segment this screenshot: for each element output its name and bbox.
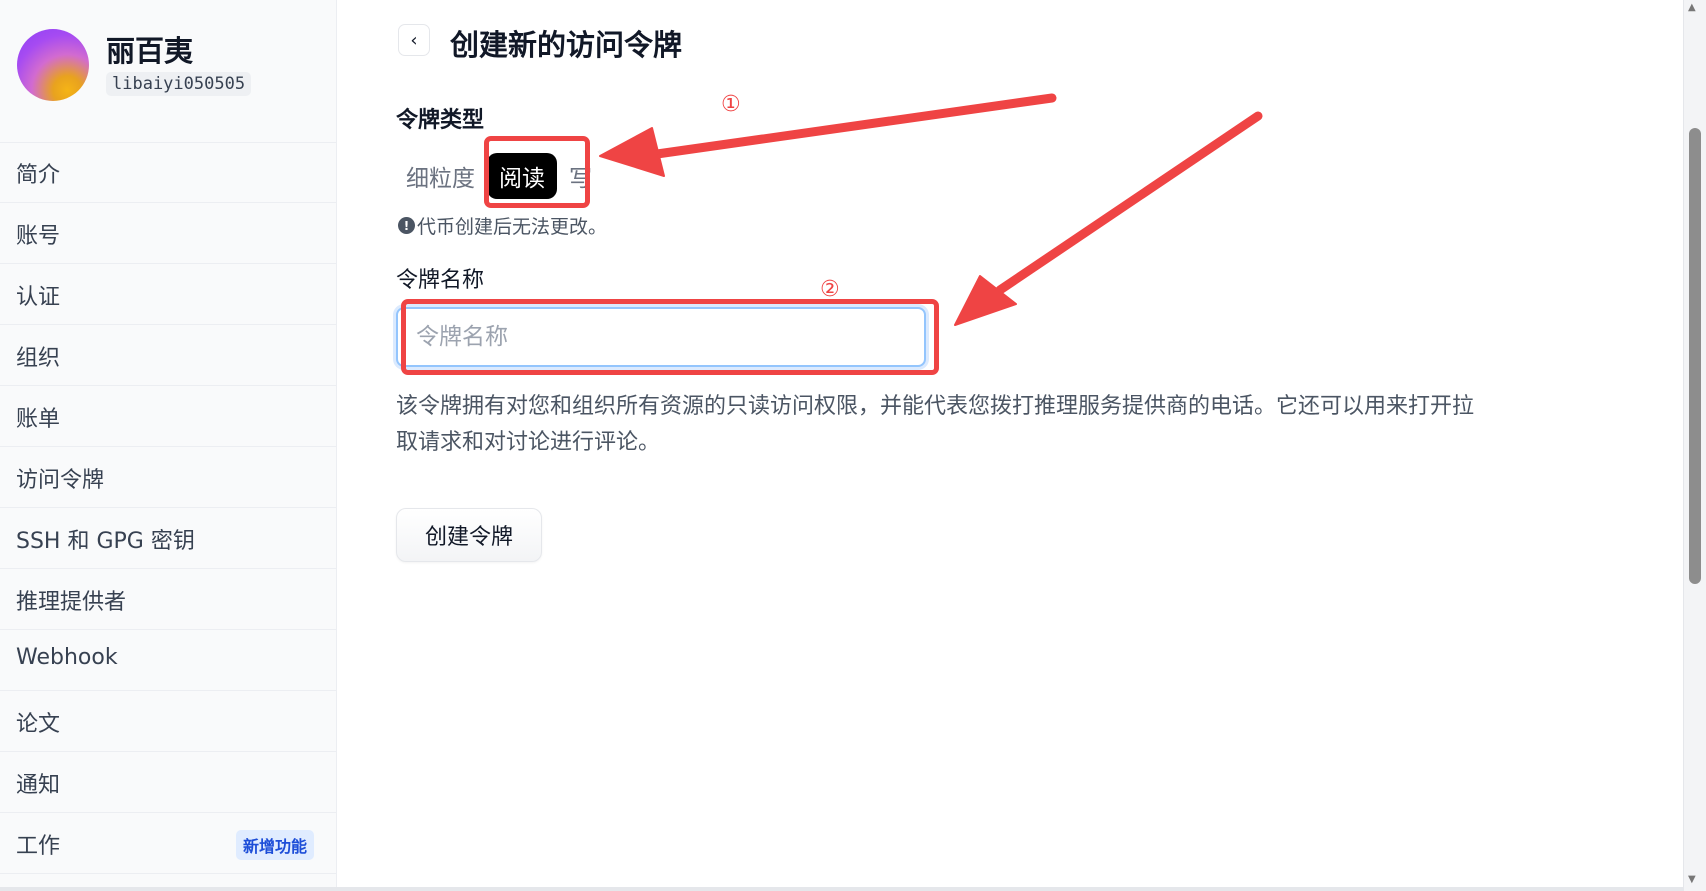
sidebar-item-label: 简介 bbox=[16, 163, 61, 188]
sidebar-item-label: SSH 和 GPG 密钥 bbox=[16, 529, 195, 554]
sidebar-item-billing[interactable]: 账单 bbox=[0, 387, 336, 447]
new-feature-badge: 新增功能 bbox=[235, 830, 314, 860]
sidebar-item-label: 账号 bbox=[16, 224, 61, 249]
profile-header: 丽百夷 libaiyi050505 bbox=[0, 0, 336, 143]
page-title: 创建新的访问令牌 bbox=[450, 28, 683, 62]
sidebar-item-label: 认证 bbox=[16, 285, 61, 310]
page-scrollbar[interactable]: ▲ ▼ bbox=[1683, 0, 1706, 891]
settings-sidebar: 丽百夷 libaiyi050505 简介 账号 认证 组织 账单 访问令牌 SS… bbox=[0, 0, 337, 891]
sidebar-item-ssh-gpg-keys[interactable]: SSH 和 GPG 密钥 bbox=[0, 509, 336, 569]
token-type-label: 令牌类型 bbox=[396, 108, 485, 133]
main-content: ‹ 创建新的访问令牌 令牌类型 细粒度 阅读 写 ! 代币创建后无法更改。 令牌… bbox=[336, 0, 1676, 891]
token-type-fine-grained[interactable]: 细粒度 bbox=[396, 155, 485, 197]
annotation-marker-2: ② bbox=[820, 277, 840, 302]
app-window: 丽百夷 libaiyi050505 简介 账号 认证 组织 账单 访问令牌 SS… bbox=[0, 0, 1706, 891]
profile-username: libaiyi050505 bbox=[106, 72, 252, 96]
sidebar-item-webhooks[interactable]: Webhook bbox=[0, 631, 336, 691]
annotation-box-1 bbox=[484, 136, 590, 208]
sidebar-item-label: 组织 bbox=[16, 346, 61, 371]
token-name-label: 令牌名称 bbox=[396, 268, 485, 293]
token-description: 该令牌拥有对您和组织所有资源的只读访问权限，并能代表您拨打推理服务提供商的电话。… bbox=[396, 394, 1475, 455]
sidebar-item-authentication[interactable]: 认证 bbox=[0, 265, 336, 325]
sidebar-item-papers[interactable]: 论文 bbox=[0, 692, 336, 752]
token-type-note: ! 代币创建后无法更改。 bbox=[398, 212, 607, 239]
sidebar-item-inference-providers[interactable]: 推理提供者 bbox=[0, 570, 336, 630]
annotation-box-2 bbox=[401, 299, 939, 375]
sidebar-item-label: Webhook bbox=[16, 645, 118, 670]
sidebar-item-organizations[interactable]: 组织 bbox=[0, 326, 336, 386]
sidebar-item-access-tokens[interactable]: 访问令牌 bbox=[0, 448, 336, 508]
profile-name: 丽百夷 bbox=[106, 34, 194, 68]
sidebar-item-label: 工作 bbox=[16, 834, 61, 859]
scroll-down-arrow-icon[interactable]: ▼ bbox=[1688, 874, 1696, 885]
sidebar-item-jobs[interactable]: 工作 新增功能 bbox=[0, 814, 336, 874]
sidebar-item-profile[interactable]: 简介 bbox=[0, 143, 336, 203]
sidebar-item-notifications[interactable]: 通知 bbox=[0, 753, 336, 813]
back-button[interactable]: ‹ bbox=[398, 24, 430, 56]
bottom-edge bbox=[0, 887, 1684, 891]
sidebar-item-label: 账单 bbox=[16, 407, 61, 432]
sidebar-item-account[interactable]: 账号 bbox=[0, 204, 336, 264]
annotation-marker-1: ① bbox=[721, 92, 741, 117]
chevron-left-icon: ‹ bbox=[410, 29, 418, 51]
sidebar-item-label: 访问令牌 bbox=[16, 468, 105, 493]
scroll-up-arrow-icon[interactable]: ▲ bbox=[1688, 2, 1696, 13]
scrollbar-thumb[interactable] bbox=[1689, 128, 1701, 584]
avatar[interactable] bbox=[17, 29, 89, 101]
token-type-note-text: 代币创建后无法更改。 bbox=[417, 216, 608, 238]
sidebar-item-label: 通知 bbox=[16, 773, 61, 798]
sidebar-item-label: 推理提供者 bbox=[16, 590, 127, 615]
sidebar-item-label: 论文 bbox=[16, 712, 61, 737]
create-token-button[interactable]: 创建令牌 bbox=[396, 508, 542, 562]
exclamation-circle-icon: ! bbox=[398, 217, 415, 234]
